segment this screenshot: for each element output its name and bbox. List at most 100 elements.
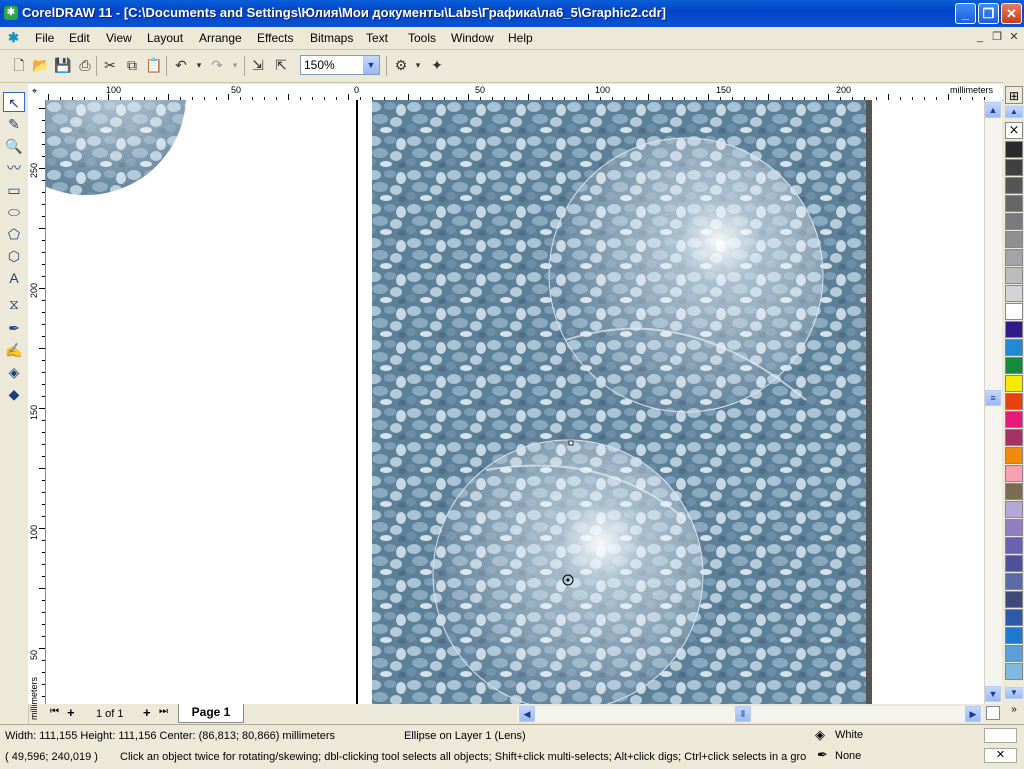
chevron-down-icon[interactable]: ▼ (363, 56, 379, 74)
add-page-before-icon[interactable]: + (67, 705, 75, 720)
scroll-thumb[interactable]: ⦀ (735, 706, 751, 722)
menu-layout[interactable]: Layout (147, 31, 183, 45)
view-manager-icon[interactable] (986, 706, 1000, 720)
color-swatch[interactable] (1005, 159, 1023, 176)
cut-icon[interactable]: ✂ (101, 56, 119, 74)
menu-file[interactable]: File (35, 31, 54, 45)
minimize-button[interactable]: _ (955, 3, 976, 24)
interactive-blend-tool-icon[interactable]: ⧖ (3, 294, 25, 314)
color-swatch[interactable] (1005, 321, 1023, 338)
color-swatch[interactable] (1005, 645, 1023, 662)
freehand-tool-icon[interactable]: 〰 (3, 158, 25, 178)
color-swatch[interactable] (1005, 357, 1023, 374)
zoom-level-select[interactable]: 150% ▼ (300, 55, 380, 75)
redo-dropdown-icon[interactable]: ▾ (226, 56, 244, 74)
page-tab[interactable]: Page 1 (178, 704, 244, 723)
pick-tool-icon[interactable]: ↖ (3, 92, 25, 112)
polygon-tool-icon[interactable]: ⬠ (3, 224, 25, 244)
redo-icon[interactable]: ↷ (208, 56, 226, 74)
scroll-thumb[interactable]: ≡ (985, 390, 1001, 406)
color-swatch[interactable] (1005, 447, 1023, 464)
doc-restore-button[interactable]: ❐ (989, 30, 1005, 45)
add-page-after-icon[interactable]: + (143, 705, 151, 720)
drawing-canvas[interactable] (46, 100, 984, 704)
no-fill-swatch[interactable]: ⨯ (1005, 122, 1023, 139)
color-swatch[interactable] (1005, 177, 1023, 194)
palette-scroll-up-icon[interactable]: ▲ (1005, 106, 1023, 118)
color-swatch[interactable] (1005, 591, 1023, 608)
color-swatch[interactable] (1005, 249, 1023, 266)
color-swatch[interactable] (1005, 627, 1023, 644)
menu-edit[interactable]: Edit (69, 31, 90, 45)
menu-tools[interactable]: Tools (408, 31, 436, 45)
menu-arrange[interactable]: Arrange (199, 31, 242, 45)
color-swatch[interactable] (1005, 501, 1023, 518)
corel-online-icon[interactable]: ✦ (428, 56, 446, 74)
ellipse-tool-icon[interactable]: ⬭ (3, 202, 25, 222)
undo-dropdown-icon[interactable]: ▾ (190, 56, 208, 74)
vertical-scrollbar[interactable]: ▲ ≡ ▼ (984, 100, 1002, 704)
rectangle-tool-icon[interactable]: ▭ (3, 180, 25, 200)
save-icon[interactable]: 💾 (54, 56, 72, 74)
menu-help[interactable]: Help (508, 31, 533, 45)
fill-bucket-icon[interactable]: ◈ (815, 727, 825, 743)
import-icon[interactable]: ⇲ (249, 56, 267, 74)
horizontal-ruler[interactable]: ⌖ 100 50 0 50 100 150 200 millimeters (28, 84, 1004, 101)
menu-bitmaps[interactable]: Bitmaps (310, 31, 353, 45)
color-swatch[interactable] (1005, 339, 1023, 356)
color-swatch[interactable] (1005, 231, 1023, 248)
first-page-icon[interactable]: ⏮ (50, 706, 59, 717)
menu-view[interactable]: View (106, 31, 132, 45)
ruler-origin-icon[interactable]: ⌖ (32, 86, 37, 97)
open-icon[interactable]: 📂 (32, 56, 50, 74)
color-swatch[interactable] (1005, 285, 1023, 302)
eyedropper-tool-icon[interactable]: ✒ (3, 318, 25, 338)
document-icon[interactable]: ✱ (8, 31, 22, 45)
color-swatch[interactable] (1005, 213, 1023, 230)
new-document-icon[interactable]: 🗋 (10, 56, 28, 74)
scroll-left-icon[interactable]: ◀ (519, 706, 535, 722)
coreldraw-app-icon[interactable]: ✱ (4, 6, 18, 20)
fill-color-swatch[interactable] (984, 728, 1017, 743)
color-swatch[interactable] (1005, 483, 1023, 500)
palette-expand-icon[interactable]: » (1005, 704, 1023, 716)
palette-scroll-down-icon[interactable]: ▼ (1005, 687, 1023, 699)
color-swatch[interactable] (1005, 267, 1023, 284)
close-button[interactable]: ✕ (1001, 3, 1022, 24)
zoom-tool-icon[interactable]: 🔍 (3, 136, 25, 156)
export-icon[interactable]: ⇱ (272, 56, 290, 74)
menu-text[interactable]: Text (366, 31, 388, 45)
color-swatch[interactable] (1005, 465, 1023, 482)
scroll-up-icon[interactable]: ▲ (985, 102, 1001, 118)
print-icon[interactable]: ⎙ (76, 56, 94, 74)
fill-tool-icon[interactable]: ◈ (3, 362, 25, 382)
color-swatch[interactable] (1005, 573, 1023, 590)
outline-none-swatch[interactable]: ✕ (984, 748, 1017, 763)
copy-icon[interactable]: ⧉ (123, 56, 141, 74)
color-swatch[interactable] (1005, 393, 1023, 410)
color-swatch[interactable] (1005, 141, 1023, 158)
doc-close-button[interactable]: ✕ (1006, 30, 1022, 45)
horizontal-scrollbar[interactable]: ◀ ⦀ ▶ (517, 706, 983, 722)
color-swatch[interactable] (1005, 663, 1023, 680)
interactive-fill-tool-icon[interactable]: ◆ (3, 384, 25, 404)
color-swatch[interactable] (1005, 375, 1023, 392)
color-swatch[interactable] (1005, 537, 1023, 554)
menu-window[interactable]: Window (451, 31, 494, 45)
color-swatch[interactable] (1005, 411, 1023, 428)
color-swatch[interactable] (1005, 609, 1023, 626)
menu-effects[interactable]: Effects (257, 31, 293, 45)
vertical-ruler[interactable]: 250 200 150 100 50 millimeters (28, 100, 46, 720)
color-swatch[interactable] (1005, 519, 1023, 536)
color-swatch[interactable] (1005, 555, 1023, 572)
maximize-button[interactable]: ❐ (978, 3, 999, 24)
palette-options-icon[interactable]: ⊞ (1005, 86, 1023, 104)
scroll-down-icon[interactable]: ▼ (985, 686, 1001, 702)
undo-icon[interactable]: ↶ (172, 56, 190, 74)
color-swatch[interactable] (1005, 195, 1023, 212)
node-handle[interactable] (568, 440, 574, 446)
basic-shapes-tool-icon[interactable]: ⬡ (3, 246, 25, 266)
shape-tool-icon[interactable]: ✎ (3, 114, 25, 134)
color-swatch[interactable] (1005, 303, 1023, 320)
doc-minimize-button[interactable]: _ (972, 30, 988, 45)
